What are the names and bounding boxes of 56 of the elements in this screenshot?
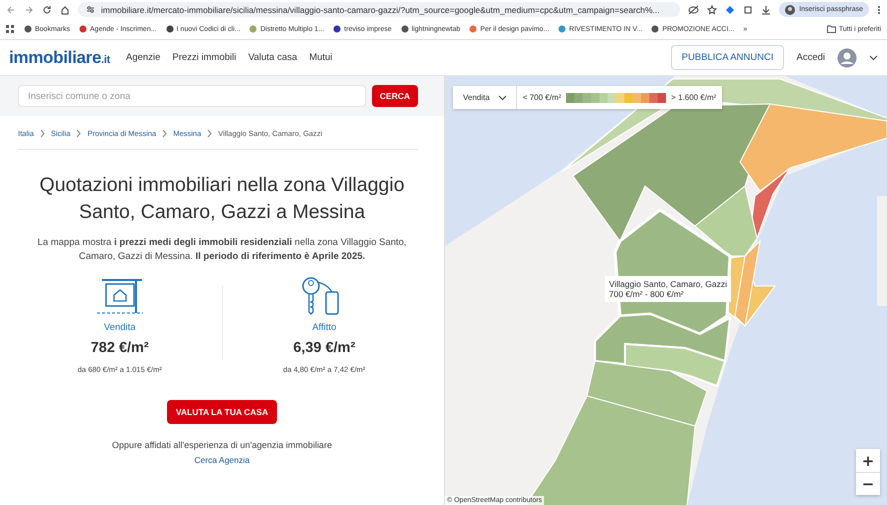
nav-link[interactable]: Agenzie (126, 52, 160, 63)
page-title: Quotazioni immobiliari nella zona Villaggio Santo, Camaro, Gazzi a Messina (38, 173, 406, 225)
agency-text: Oppure affidati all'esperienza di un'agenzia immobiliare (111, 440, 333, 450)
chevron-right-icon (76, 129, 82, 138)
nav-link[interactable]: Mutui (309, 52, 332, 63)
stat-label: Vendita (104, 322, 136, 333)
chevron-down-icon[interactable] (869, 54, 878, 60)
publish-button[interactable]: PUBBLICA ANNUNCI (670, 45, 784, 70)
apps-icon[interactable] (6, 24, 15, 34)
home-icon[interactable] (60, 4, 70, 14)
chevron-right-icon (40, 129, 45, 138)
download-icon[interactable] (761, 4, 772, 14)
stat-value: 782 €/m² (90, 340, 149, 356)
intro-text: La mappa mostra i prezzi medi degli immobili residenziali nella zona Villaggio Santo, Camaro, Gazzi di Messina. Il periodo di riferimento è Aprile 2025. (36, 236, 408, 264)
agency-link[interactable]: Cerca Agenzia (194, 455, 250, 465)
nav-link[interactable]: Valuta casa (248, 52, 298, 63)
search-button[interactable]: CERCA (372, 85, 418, 107)
search-field[interactable]: Inserisci comune o zona (18, 85, 366, 107)
back-icon[interactable] (6, 4, 16, 14)
chevron-right-icon (207, 129, 212, 138)
stat-label: Affitto (312, 322, 336, 333)
favicon-icon (333, 25, 342, 33)
valuate-button[interactable]: VALUTA LA TUA CASA (166, 400, 278, 424)
stat-value: 6,39 €/m² (293, 340, 356, 356)
site-logo[interactable]: immobiliare.it (9, 48, 110, 68)
avatar-icon (785, 4, 796, 14)
favicon-icon (24, 25, 32, 33)
favicon-icon (166, 25, 174, 33)
favicon-icon (558, 25, 566, 33)
mode-dropdown[interactable]: Vendita (453, 86, 517, 109)
menu-icon[interactable] (877, 4, 881, 14)
user-avatar-icon[interactable] (837, 48, 857, 68)
favicon-icon (469, 25, 478, 33)
reload-icon[interactable] (42, 4, 52, 14)
nav-link[interactable]: Prezzi immobili (172, 52, 236, 63)
tooltip-price-range: 700 €/m² - 800 €/m² (609, 289, 685, 299)
eye-off-icon[interactable] (688, 4, 700, 14)
favicon-icon (651, 25, 660, 33)
forward-icon[interactable] (24, 4, 34, 14)
zoom-in-button[interactable]: + (856, 449, 880, 472)
chevron-right-icon (162, 129, 168, 138)
favicon-icon (400, 25, 409, 33)
site-info-icon[interactable] (86, 5, 95, 14)
favicon-icon (249, 25, 258, 33)
legend-max-label: > 1.600 €/m² (671, 93, 716, 102)
favicon-icon (79, 25, 88, 33)
chevron-down-icon (498, 94, 507, 100)
login-link[interactable]: Accedi (796, 52, 825, 63)
star-icon[interactable] (707, 4, 718, 14)
zoom-out-button[interactable]: − (856, 472, 880, 495)
legend-min-label: < 700 €/m² (522, 93, 562, 102)
address-bar[interactable]: immobiliare.it/mercato-immobiliare/sicilia/messina/villaggio-santo-camaro-gazzi/?utm_source=google&utm_medium=cpc&utm_campaign=search%... (78, 2, 680, 17)
url-text: immobiliare.it/mercato-immobiliare/sicilia/messina/villaggio-santo-camaro-gazzi/?utm_source=google&utm_medium=cpc&utm_campaign=search%... (101, 4, 660, 14)
for-sale-sign-icon (96, 276, 144, 316)
folder-icon (826, 25, 836, 33)
tooltip-zone-name: Villaggio Santo, Camaro, Gazzi (609, 279, 727, 289)
